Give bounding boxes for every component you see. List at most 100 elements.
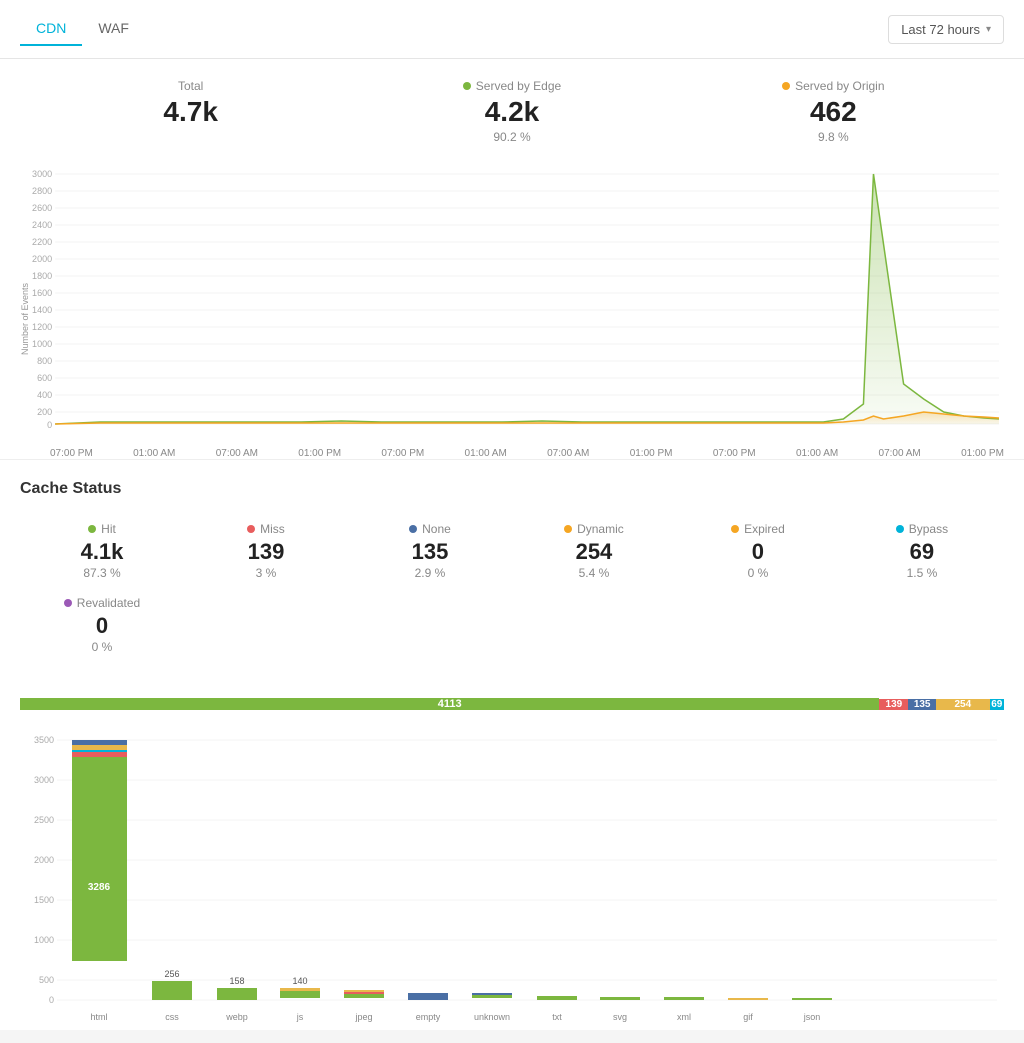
svg-text:svg: svg <box>613 1012 627 1022</box>
x-label-1: 01:00 AM <box>133 448 175 459</box>
miss-value: 139 <box>192 540 340 564</box>
svg-text:txt: txt <box>552 1012 562 1022</box>
cache-status-title: Cache Status <box>20 480 1004 498</box>
origin-dot <box>782 82 790 90</box>
line-chart-container: 3000 2800 2600 2400 2200 2000 1800 1600 … <box>0 154 1024 459</box>
expired-dot <box>731 525 739 533</box>
revalidated-dot <box>64 599 72 607</box>
bar-txt: txt <box>537 996 577 1022</box>
revalidated-pct: 0 % <box>28 640 176 654</box>
stat-total: Total 4.7k <box>30 79 351 128</box>
bar-seg-none: 135 <box>908 699 936 710</box>
none-dot <box>409 525 417 533</box>
tab-cdn[interactable]: CDN <box>20 12 82 46</box>
svg-text:js: js <box>296 1012 304 1022</box>
svg-text:1000: 1000 <box>32 339 52 349</box>
stat-edge: Served by Edge 4.2k 90.2 % <box>351 79 672 144</box>
time-selector-label: Last 72 hours <box>901 22 980 37</box>
svg-text:400: 400 <box>37 390 52 400</box>
x-label-10: 07:00 AM <box>879 448 921 459</box>
none-pct: 2.9 % <box>356 566 504 580</box>
svg-text:xml: xml <box>677 1012 691 1022</box>
svg-text:2500: 2500 <box>34 815 54 825</box>
svg-text:css: css <box>165 1012 179 1022</box>
cache-stat-revalidated: Revalidated 0 0 % <box>20 588 184 662</box>
bar-seg-hit: 4113 <box>20 698 879 710</box>
bar-gif: gif <box>728 998 768 1022</box>
x-label-4: 07:00 PM <box>381 448 424 459</box>
svg-text:1400: 1400 <box>32 305 52 315</box>
cache-status-section: Cache Status Hit 4.1k 87.3 % Miss 139 3 … <box>0 460 1024 672</box>
cache-stat-bypass: Bypass 69 1.5 % <box>840 514 1004 588</box>
x-label-11: 01:00 PM <box>961 448 1004 459</box>
revalidated-value: 0 <box>28 614 176 638</box>
cache-stat-miss: Miss 139 3 % <box>184 514 348 588</box>
bar-webp: 158 webp <box>217 976 257 1022</box>
stat-origin: Served by Origin 462 9.8 % <box>673 79 994 144</box>
bar-chart-section: 3500 3000 2500 2000 1500 1000 500 0 <box>0 720 1024 1030</box>
hit-value: 4.1k <box>28 540 176 564</box>
stat-edge-pct: 90.2 % <box>351 130 672 144</box>
bypass-value: 69 <box>848 540 996 564</box>
svg-text:1200: 1200 <box>32 322 52 332</box>
bar-seg-dynamic: 254 <box>936 699 990 710</box>
svg-text:json: json <box>803 1012 821 1022</box>
stat-total-value: 4.7k <box>30 97 351 128</box>
svg-text:600: 600 <box>37 373 52 383</box>
stat-total-label: Total <box>178 79 203 93</box>
svg-text:1500: 1500 <box>34 895 54 905</box>
x-axis-labels: 07:00 PM 01:00 AM 07:00 AM 01:00 PM 07:0… <box>20 444 1004 459</box>
none-value: 135 <box>356 540 504 564</box>
expired-pct: 0 % <box>684 566 832 580</box>
bar-html: 3286 html <box>72 740 127 1022</box>
svg-text:webp: webp <box>225 1012 248 1022</box>
bar-jpeg: jpeg <box>344 990 384 1022</box>
bar-json: json <box>792 998 832 1022</box>
cache-stats-row: Hit 4.1k 87.3 % Miss 139 3 % None 135 2.… <box>20 514 1004 662</box>
stat-origin-value: 462 <box>673 97 994 128</box>
chevron-down-icon: ▾ <box>986 24 991 35</box>
x-label-3: 01:00 PM <box>298 448 341 459</box>
dynamic-value: 254 <box>520 540 668 564</box>
svg-text:3286: 3286 <box>88 882 111 893</box>
x-label-6: 07:00 AM <box>547 448 589 459</box>
bar-unknown: unknown <box>472 993 512 1022</box>
time-selector[interactable]: Last 72 hours ▾ <box>888 15 1004 44</box>
svg-text:1000: 1000 <box>34 935 54 945</box>
stacked-bar: 4113 139 135 254 69 <box>20 688 1004 720</box>
bar-xml: xml <box>664 997 704 1022</box>
bar-js: 140 js <box>280 976 320 1022</box>
svg-text:2200: 2200 <box>32 237 52 247</box>
svg-text:0: 0 <box>49 995 54 1005</box>
svg-text:1600: 1600 <box>32 288 52 298</box>
x-label-7: 01:00 PM <box>630 448 673 459</box>
svg-text:2000: 2000 <box>34 855 54 865</box>
cache-stat-dynamic: Dynamic 254 5.4 % <box>512 514 676 588</box>
expired-value: 0 <box>684 540 832 564</box>
x-label-5: 01:00 AM <box>465 448 507 459</box>
x-label-8: 07:00 PM <box>713 448 756 459</box>
tab-waf[interactable]: WAF <box>82 12 145 46</box>
svg-text:3000: 3000 <box>32 169 52 179</box>
miss-pct: 3 % <box>192 566 340 580</box>
stat-edge-value: 4.2k <box>351 97 672 128</box>
stacked-bar-container: 4113 139 135 254 69 <box>20 688 1004 720</box>
cache-stat-expired: Expired 0 0 % <box>676 514 840 588</box>
x-label-2: 07:00 AM <box>216 448 258 459</box>
bar-seg-miss: 139 <box>879 699 908 710</box>
line-chart-area: 3000 2800 2600 2400 2200 2000 1800 1600 … <box>20 164 1004 444</box>
hit-pct: 87.3 % <box>28 566 176 580</box>
bypass-pct: 1.5 % <box>848 566 996 580</box>
x-label-0: 07:00 PM <box>50 448 93 459</box>
svg-text:2800: 2800 <box>32 186 52 196</box>
dynamic-dot <box>564 525 572 533</box>
svg-text:jpeg: jpeg <box>354 1012 372 1022</box>
bar-css: 256 css <box>152 969 192 1022</box>
svg-text:500: 500 <box>39 975 54 985</box>
hit-dot <box>88 525 96 533</box>
bar-chart-area: 3500 3000 2500 2000 1500 1000 500 0 <box>20 730 1004 1010</box>
summary-stats: Total 4.7k Served by Edge 4.2k 90.2 % Se… <box>0 59 1024 154</box>
header: CDN WAF Last 72 hours ▾ <box>0 0 1024 59</box>
svg-text:0: 0 <box>47 420 52 430</box>
svg-text:unknown: unknown <box>474 1012 510 1022</box>
